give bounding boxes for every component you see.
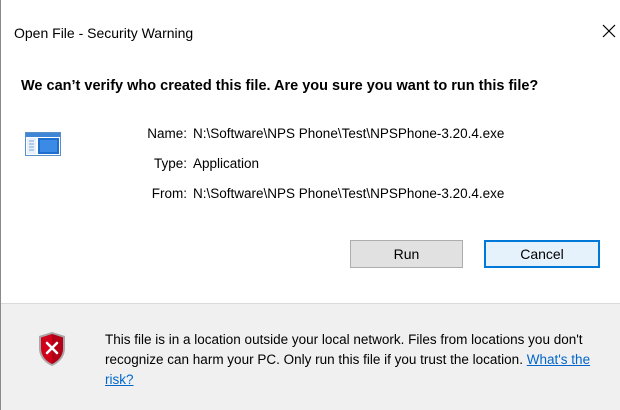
security-warning-dialog: Open File - Security Warning We can’t ve… [0,0,620,410]
detail-value-name: N:\Software\NPS Phone\Test\NPSPhone-3.20… [193,126,505,141]
close-button[interactable] [599,20,619,42]
close-icon [602,24,616,38]
warning-footer: This file is in a location outside your … [1,304,620,410]
detail-row-from: From: N:\Software\NPS Phone\Test\NPSPhon… [1,186,620,206]
question-heading: We can’t verify who created this file. A… [21,78,539,94]
window-title: Open File - Security Warning [14,25,194,41]
dialog-content: We can’t verify who created this file. A… [1,62,620,302]
detail-label-from: From: [151,186,187,201]
detail-label-type: Type: [153,156,187,171]
run-button[interactable]: Run [350,240,463,268]
detail-row-name: Name: N:\Software\NPS Phone\Test\NPSPhon… [1,126,620,146]
detail-value-from: N:\Software\NPS Phone\Test\NPSPhone-3.20… [193,186,505,201]
detail-label-name: Name: [147,126,187,141]
warning-message: This file is in a location outside your … [105,330,610,390]
detail-row-type: Type: Application [1,156,620,176]
cancel-button[interactable]: Cancel [484,240,600,268]
detail-value-type: Application [193,156,260,171]
warning-text: This file is in a location outside your … [105,332,583,367]
security-shield-icon [39,332,65,366]
title-bar: Open File - Security Warning [1,0,620,62]
